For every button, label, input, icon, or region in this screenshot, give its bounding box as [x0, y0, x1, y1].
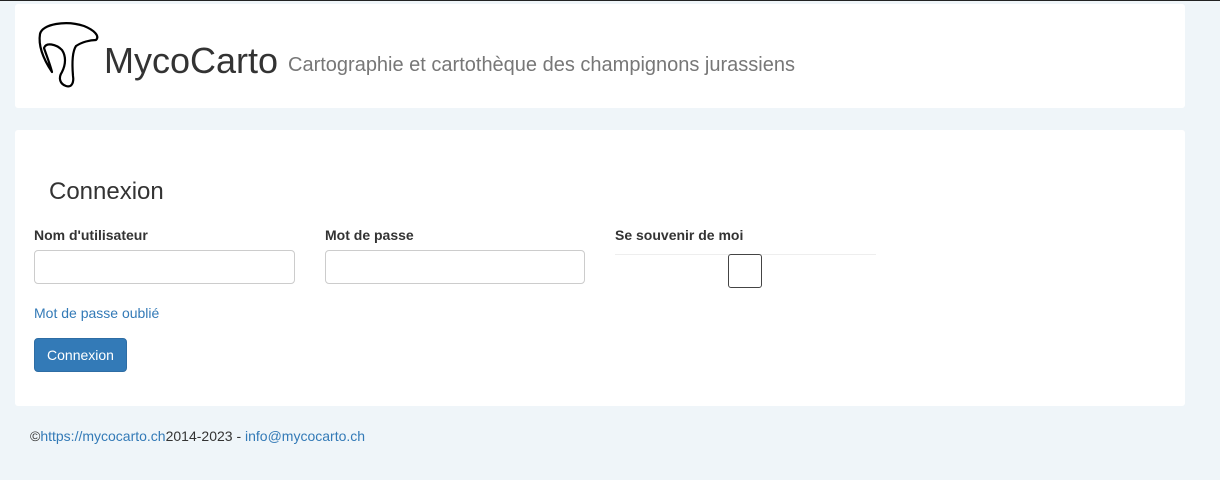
mushroom-logo-icon — [38, 22, 99, 88]
email-link[interactable]: info@mycocarto.ch — [245, 428, 365, 444]
footer-years: 2014-2023 - — [165, 428, 246, 444]
username-label: Nom d'utilisateur — [34, 227, 148, 243]
site-link[interactable]: https://mycocarto.ch — [40, 428, 165, 444]
login-title: Connexion — [49, 178, 164, 205]
top-border — [0, 0, 1220, 1]
copyright-symbol: © — [30, 428, 41, 444]
password-label: Mot de passe — [325, 227, 414, 243]
password-input[interactable] — [325, 250, 585, 284]
footer: ©https://mycocarto.ch2014-2023 - info@my… — [30, 428, 365, 444]
username-input[interactable] — [34, 250, 295, 284]
brand-tagline: Cartographie et cartothèque des champign… — [288, 54, 795, 76]
brand-title[interactable]: MycoCarto — [104, 40, 278, 82]
login-button[interactable]: Connexion — [34, 338, 127, 372]
forgot-password-link[interactable]: Mot de passe oublié — [34, 305, 159, 321]
remember-label: Se souvenir de moi — [615, 227, 744, 243]
remember-checkbox[interactable] — [728, 254, 762, 288]
